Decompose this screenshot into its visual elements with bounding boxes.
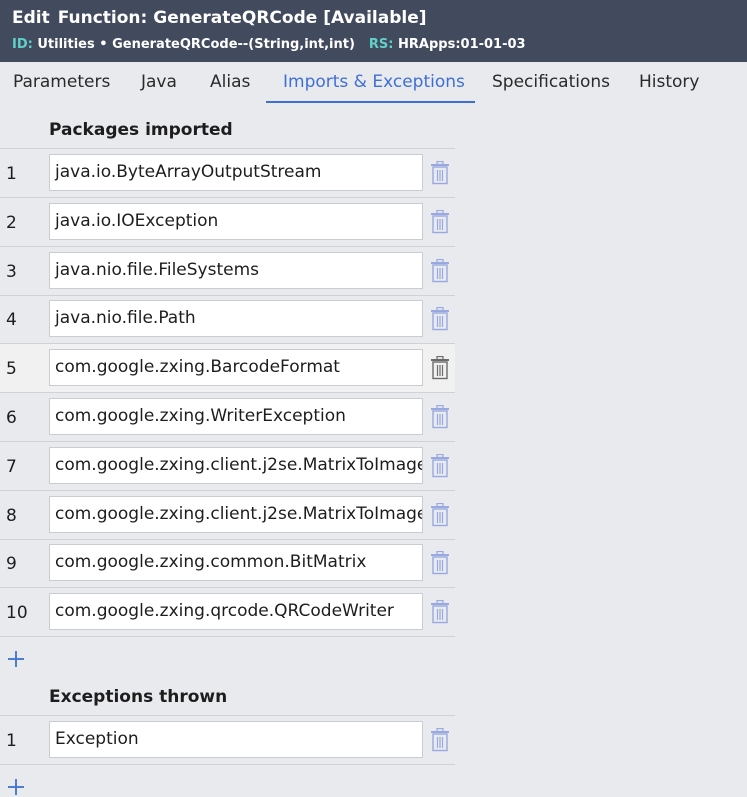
- list-item: 5 com.google.zxing.BarcodeFormat: [0, 344, 455, 394]
- list-item: 2 java.io.IOException: [0, 198, 455, 247]
- rule-header: Edit Function: GenerateQRCode [Available]…: [0, 0, 747, 62]
- header-id-line: ID: Utilities • GenerateQRCode--(String,…: [12, 37, 526, 52]
- row-number: 9: [6, 554, 17, 575]
- import-input[interactable]: com.google.zxing.WriterException: [49, 398, 423, 435]
- tab-imports-exceptions[interactable]: Imports & Exceptions: [283, 72, 465, 92]
- tab-parameters[interactable]: Parameters: [13, 72, 110, 92]
- packages-section-title: Packages imported: [49, 120, 233, 140]
- add-package-plus-icon[interactable]: [6, 649, 26, 669]
- header-title-line: Edit Function: GenerateQRCode [Available]: [12, 8, 427, 28]
- row-number: 1: [6, 731, 17, 751]
- import-input[interactable]: com.google.zxing.common.BitMatrix: [49, 544, 423, 582]
- row-divider: [0, 764, 455, 765]
- import-input[interactable]: com.google.zxing.client.j2se.MatrixToIma…: [49, 495, 423, 533]
- edit-label: Edit: [12, 8, 50, 28]
- import-input[interactable]: com.google.zxing.client.j2se.MatrixToIma…: [49, 446, 423, 484]
- list-item: 6 com.google.zxing.WriterException: [0, 393, 455, 442]
- exceptions-section-title: Exceptions thrown: [49, 687, 228, 707]
- rule-title: Function: GenerateQRCode [Available]: [57, 8, 427, 28]
- trash-icon[interactable]: [430, 356, 450, 380]
- import-input[interactable]: Exception: [49, 721, 423, 758]
- active-tab-indicator: [266, 101, 475, 103]
- row-number: 6: [6, 408, 17, 428]
- trash-icon[interactable]: [430, 404, 450, 429]
- id-value[interactable]: Utilities • GenerateQRCode--(String,int,…: [37, 37, 355, 52]
- trash-icon[interactable]: [430, 727, 450, 752]
- list-item: 1 java.io.ByteArrayOutputStream: [0, 149, 455, 198]
- row-divider: [0, 636, 455, 638]
- trash-icon[interactable]: [430, 307, 450, 331]
- list-item: 4 java.nio.file.Path: [0, 295, 455, 344]
- trash-icon[interactable]: [430, 258, 450, 283]
- tab-history[interactable]: History: [639, 72, 699, 92]
- tab-bar: Parameters Java Alias Imports & Exceptio…: [0, 62, 747, 104]
- row-number: 3: [6, 261, 17, 282]
- list-item: 8 com.google.zxing.client.j2se.MatrixToIm…: [0, 491, 455, 540]
- tab-java[interactable]: Java: [141, 72, 177, 92]
- trash-icon[interactable]: [430, 551, 450, 575]
- import-input[interactable]: java.io.ByteArrayOutputStream: [49, 154, 423, 191]
- row-number: 4: [6, 310, 17, 331]
- list-item: 10 com.google.zxing.qrcode.QRCodeWriter: [0, 588, 455, 637]
- row-number: 2: [6, 212, 17, 233]
- import-input[interactable]: com.google.zxing.qrcode.QRCodeWriter: [49, 593, 423, 631]
- trash-icon[interactable]: [430, 209, 450, 234]
- trash-icon[interactable]: [430, 502, 450, 527]
- import-input[interactable]: com.google.zxing.BarcodeFormat: [49, 349, 423, 387]
- list-item: 7 com.google.zxing.client.j2se.MatrixToIm…: [0, 442, 455, 491]
- row-number: 10: [6, 603, 28, 624]
- row-number: 5: [6, 359, 17, 380]
- trash-icon[interactable]: [430, 160, 450, 185]
- trash-icon[interactable]: [430, 453, 450, 478]
- import-input[interactable]: java.io.IOException: [49, 202, 423, 240]
- trash-icon[interactable]: [430, 600, 450, 624]
- tab-alias[interactable]: Alias: [210, 72, 250, 92]
- add-exception-plus-icon[interactable]: [6, 777, 26, 797]
- list-item: 3 java.nio.file.FileSystems: [0, 247, 455, 296]
- tab-specifications[interactable]: Specifications: [492, 72, 610, 92]
- id-key: ID:: [12, 37, 33, 52]
- row-number: 1: [6, 164, 17, 184]
- row-number: 8: [6, 505, 17, 526]
- rs-key: RS:: [368, 37, 394, 52]
- rs-value[interactable]: HRApps:01-01-03: [398, 37, 526, 52]
- import-input[interactable]: java.nio.file.FileSystems: [49, 251, 423, 289]
- list-item: 9 com.google.zxing.common.BitMatrix: [0, 539, 455, 588]
- list-item: 1 Exception: [0, 716, 455, 765]
- row-number: 7: [6, 456, 17, 477]
- import-input[interactable]: java.nio.file.Path: [49, 300, 423, 338]
